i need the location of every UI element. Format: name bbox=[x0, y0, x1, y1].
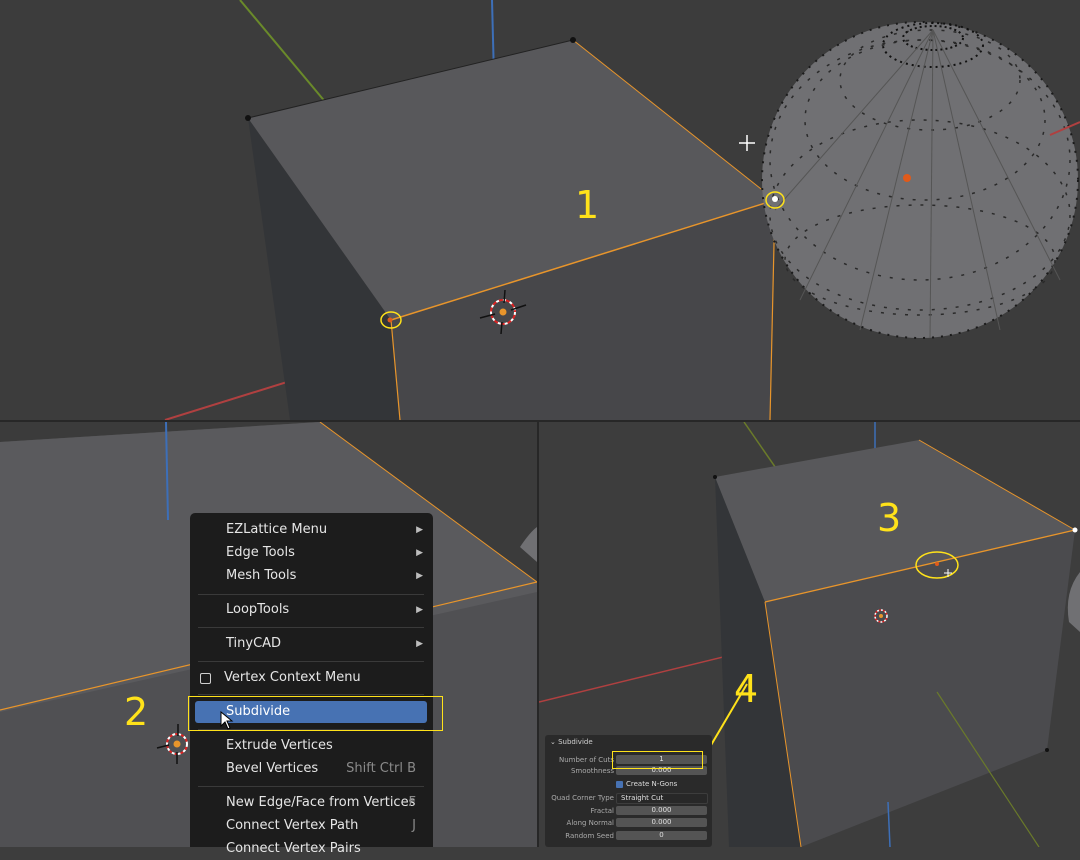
submenu-arrow-icon: ▶ bbox=[416, 605, 423, 615]
menu-separator bbox=[198, 786, 424, 787]
menu-separator bbox=[198, 661, 424, 662]
menu-icon bbox=[200, 673, 211, 684]
create-ngons-row: Create N-Gons bbox=[545, 780, 712, 790]
step-2-label: 2 bbox=[124, 690, 149, 734]
context-menu: EZLattice Menu ▶ Edge Tools ▶ Mesh Tools… bbox=[190, 513, 433, 856]
menu-item-connect-vertex-pairs[interactable]: Connect Vertex Pairs bbox=[190, 838, 433, 860]
move-cursor-icon bbox=[739, 135, 755, 151]
menu-separator bbox=[198, 627, 424, 628]
random-seed-field[interactable]: 0 bbox=[616, 831, 707, 840]
number-of-cuts-highlight-box bbox=[612, 751, 703, 769]
sphere-origin bbox=[903, 174, 911, 182]
fractal-field[interactable]: 0.000 bbox=[616, 806, 707, 815]
step-3-label: 3 bbox=[877, 496, 902, 540]
menu-item-ezlattice[interactable]: EZLattice Menu ▶ bbox=[190, 519, 433, 541]
create-ngons-checkbox[interactable] bbox=[616, 781, 623, 788]
step-1-label: 1 bbox=[575, 183, 600, 227]
menu-separator bbox=[198, 694, 424, 695]
along-normal-field[interactable]: 0.000 bbox=[616, 818, 707, 827]
random-seed-row: Random Seed 0 bbox=[545, 831, 712, 841]
submenu-arrow-icon: ▶ bbox=[416, 548, 423, 558]
menu-title-vertex-context: Vertex Context Menu bbox=[190, 667, 433, 689]
quad-corner-select[interactable]: Straight Cut bbox=[616, 793, 708, 804]
y-axis-line bbox=[239, 0, 333, 111]
menu-separator bbox=[198, 594, 424, 595]
submenu-arrow-icon: ▶ bbox=[416, 639, 423, 649]
menu-item-new-edge-face[interactable]: New Edge/Face from Vertices F bbox=[190, 792, 433, 814]
fractal-row: Fractal 0.000 bbox=[545, 806, 712, 816]
menu-item-edge-tools[interactable]: Edge Tools ▶ bbox=[190, 542, 433, 564]
menu-item-looptools[interactable]: LoopTools ▶ bbox=[190, 599, 433, 621]
submenu-arrow-icon: ▶ bbox=[416, 571, 423, 581]
redo-panel-header[interactable]: ⌄ Subdivide bbox=[550, 738, 593, 746]
viewport-top[interactable]: 1 bbox=[0, 0, 1080, 420]
menu-item-tinycad[interactable]: TinyCAD ▶ bbox=[190, 633, 433, 655]
menu-item-mesh-tools[interactable]: Mesh Tools ▶ bbox=[190, 565, 433, 587]
menu-item-connect-vertex-path[interactable]: Connect Vertex Path J bbox=[190, 815, 433, 837]
step-4-label: 4 bbox=[734, 667, 759, 711]
viewport-top-scene bbox=[164, 0, 1080, 420]
quad-corner-row: Quad Corner Type Straight Cut bbox=[545, 793, 712, 804]
submenu-arrow-icon: ▶ bbox=[416, 525, 423, 535]
uv-sphere bbox=[761, 21, 1079, 339]
along-normal-row: Along Normal 0.000 bbox=[545, 818, 712, 828]
menu-item-bevel-vertices[interactable]: Bevel Vertices Shift Ctrl B bbox=[190, 758, 433, 780]
menu-item-extrude-vertices[interactable]: Extrude Vertices bbox=[190, 735, 433, 757]
mouse-pointer-icon bbox=[220, 711, 234, 730]
